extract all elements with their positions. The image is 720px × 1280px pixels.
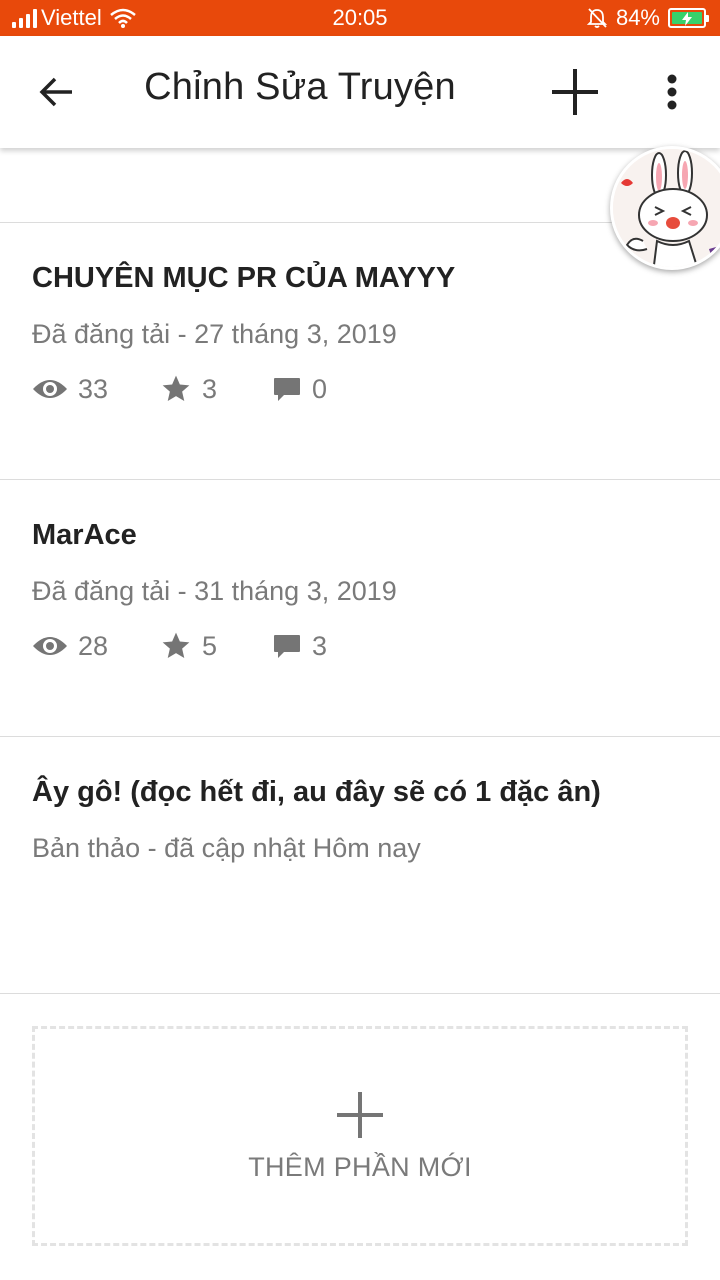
votes-stat: 5	[160, 630, 272, 662]
app-bar: Chỉnh Sửa Truyện	[0, 36, 720, 148]
part-item[interactable]: CHUYÊN MỤC PR CỦA MAYYY Đã đăng tải - 27…	[0, 222, 720, 479]
comments-count: 0	[312, 373, 328, 404]
eye-icon	[33, 637, 67, 655]
comments-count: 3	[312, 630, 328, 661]
star-icon	[162, 375, 190, 401]
part-item[interactable]: MarAce Đã đăng tải - 31 tháng 3, 2019 28…	[0, 479, 720, 736]
comment-icon	[274, 378, 300, 401]
battery-charging-icon	[668, 8, 709, 28]
views-count: 33	[78, 373, 109, 404]
battery-percent: 84%	[615, 5, 660, 30]
votes-count: 5	[202, 630, 218, 661]
comment-icon	[274, 635, 300, 658]
page-title: Chỉnh Sửa Truyện	[144, 66, 456, 108]
add-button[interactable]	[540, 60, 610, 124]
part-stats: 33 3 0	[32, 369, 372, 409]
more-vert-icon	[667, 74, 677, 110]
plus-icon	[552, 69, 598, 115]
bell-off-icon	[586, 7, 608, 29]
status-bar: Viettel 20:05 84%	[0, 0, 720, 36]
votes-stat: 3	[160, 373, 272, 405]
add-new-part-label: THÊM PHẦN MỚI	[248, 1151, 472, 1182]
part-item[interactable]: Ây gô! (đọc hết đi, au đây sẽ có 1 đặc â…	[0, 736, 720, 993]
eye-icon	[33, 380, 67, 398]
part-stats: 28 5 3	[32, 626, 372, 666]
votes-count: 3	[202, 373, 218, 404]
back-button[interactable]	[24, 64, 88, 120]
part-title: CHUYÊN MỤC PR CỦA MAYYY	[32, 262, 456, 294]
views-stat: 28	[32, 631, 160, 662]
part-title: MarAce	[32, 519, 137, 551]
more-options-button[interactable]	[646, 60, 698, 124]
part-subtitle: Bản thảo - đã cập nhật Hôm nay	[32, 833, 421, 863]
part-subtitle: Đã đăng tải - 27 tháng 3, 2019	[32, 319, 397, 349]
comments-stat: 0	[272, 374, 372, 405]
comments-stat: 3	[272, 631, 372, 662]
views-stat: 33	[32, 374, 160, 405]
status-right: 84%	[586, 5, 709, 31]
part-title: Ây gô! (đọc hết đi, au đây sẽ có 1 đặc â…	[32, 776, 601, 808]
add-new-part-button[interactable]: THÊM PHẦN MỚI	[32, 1026, 688, 1246]
star-icon	[162, 632, 190, 658]
views-count: 28	[78, 630, 109, 661]
part-subtitle: Đã đăng tải - 31 tháng 3, 2019	[32, 576, 397, 606]
plus-icon	[337, 1091, 383, 1138]
list-divider	[0, 993, 720, 994]
arrow-left-icon	[39, 77, 72, 107]
